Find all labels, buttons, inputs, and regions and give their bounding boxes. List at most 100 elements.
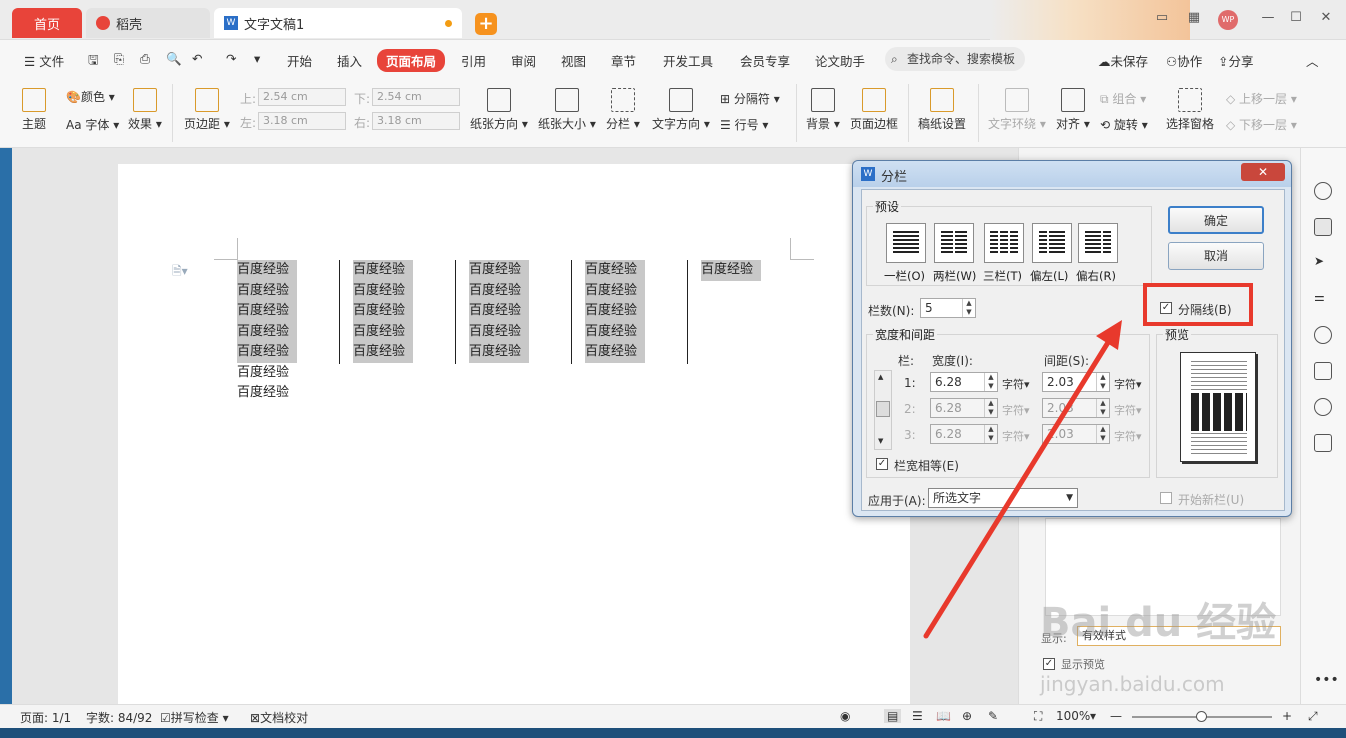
zoom-level[interactable]: 100%: [1056, 709, 1090, 723]
tab-daoke[interactable]: 稻壳: [86, 8, 210, 38]
menu-paper-assistant[interactable]: 论文助手: [815, 51, 865, 70]
menu-chapter[interactable]: 章节: [611, 51, 636, 70]
background-button[interactable]: 背景 ▾: [806, 88, 840, 132]
new-column-checkbox[interactable]: [1160, 492, 1172, 504]
paper-size-button[interactable]: 纸张大小 ▾: [538, 88, 596, 132]
effect-button[interactable]: 效果 ▾: [128, 88, 162, 132]
select-pane-button[interactable]: 选择窗格: [1166, 88, 1214, 132]
preset-left[interactable]: [1032, 223, 1072, 263]
show-preview-checkbox[interactable]: ✓: [1043, 658, 1055, 670]
text-direction-button[interactable]: 文字方向 ▾: [652, 88, 710, 132]
menu-dev-tools[interactable]: 开发工具: [663, 51, 713, 70]
collab-button[interactable]: ⚇协作: [1166, 51, 1202, 70]
new-tab-button[interactable]: +: [475, 13, 497, 35]
top-margin-input[interactable]: 2.54 cm: [258, 88, 346, 106]
page-border-button[interactable]: 页面边框: [850, 88, 898, 132]
grid-paper-button[interactable]: 稿纸设置: [918, 88, 966, 132]
menu-start[interactable]: 开始: [287, 51, 312, 70]
proofread-button[interactable]: ⊠文档校对: [250, 709, 308, 726]
cursor-icon[interactable]: ➤: [1314, 254, 1332, 272]
dialog-close-button[interactable]: ✕: [1241, 163, 1285, 181]
menu-insert[interactable]: 插入: [337, 51, 362, 70]
close-button[interactable]: ✕: [1316, 10, 1336, 28]
bottom-margin-input[interactable]: 2.54 cm: [372, 88, 460, 106]
maximize-button[interactable]: ☐: [1286, 10, 1306, 28]
orientation-button[interactable]: 纸张方向 ▾: [470, 88, 528, 132]
move-down-button[interactable]: ◇ 下移一层 ▾: [1226, 116, 1297, 133]
print-icon[interactable]: ⎙: [140, 51, 150, 67]
zoom-in-button[interactable]: +: [1282, 709, 1292, 723]
avatar[interactable]: WP: [1218, 10, 1238, 30]
page-view-icon[interactable]: ▤: [884, 709, 902, 723]
zoom-out-button[interactable]: —: [1110, 709, 1122, 723]
grid-icon[interactable]: ▦: [1184, 10, 1204, 28]
preset-right[interactable]: [1078, 223, 1118, 263]
rocket-icon[interactable]: [1314, 182, 1332, 200]
layout-icon[interactable]: ▭: [1152, 10, 1172, 28]
menu-member[interactable]: 会员专享: [740, 51, 790, 70]
minimize-button[interactable]: —: [1258, 10, 1278, 28]
search-input[interactable]: ⌕ 查找命令、搜索模板: [885, 47, 1025, 71]
tab-document[interactable]: W 文字文稿1: [214, 8, 462, 38]
preset-one-column[interactable]: [886, 223, 926, 263]
text-wrap-button[interactable]: 文字环绕 ▾: [988, 88, 1046, 132]
menu-page-layout[interactable]: 页面布局: [377, 49, 446, 72]
equal-width-checkbox[interactable]: ✓: [876, 458, 888, 470]
more-icon[interactable]: ▾: [254, 51, 260, 66]
collapse-ribbon-icon[interactable]: ︿: [1306, 51, 1319, 70]
redo-icon[interactable]: ↷: [226, 51, 236, 66]
align-button[interactable]: 对齐 ▾: [1056, 88, 1090, 132]
fit-page-icon[interactable]: ⛶: [1034, 709, 1042, 724]
web-view-icon[interactable]: ⊕: [962, 709, 972, 723]
help-icon[interactable]: [1314, 326, 1332, 344]
undo-icon[interactable]: ↶: [192, 51, 202, 66]
fullscreen-icon[interactable]: ⤢: [1308, 709, 1318, 724]
compass-icon[interactable]: [1314, 398, 1332, 416]
font-button[interactable]: Aa 字体 ▾: [66, 116, 119, 133]
zoom-slider-thumb[interactable]: [1196, 711, 1207, 722]
zoom-slider[interactable]: [1132, 711, 1272, 722]
unsaved-button[interactable]: ☁未保存: [1098, 51, 1148, 70]
ok-button[interactable]: 确定: [1168, 206, 1264, 234]
pen-view-icon[interactable]: ✎: [988, 709, 998, 723]
line-number-button[interactable]: ☰ 行号 ▾: [720, 116, 768, 133]
cancel-button[interactable]: 取消: [1168, 242, 1264, 270]
read-view-icon[interactable]: 📖: [936, 709, 951, 723]
scroll-down-icon[interactable]: ▼: [878, 437, 883, 445]
margin-button[interactable]: 页边距 ▾: [184, 88, 230, 132]
file-menu[interactable]: ☰ 文件: [24, 51, 64, 70]
pen-icon[interactable]: [1314, 218, 1332, 236]
columns-button[interactable]: 分栏 ▾: [606, 88, 640, 132]
more-dots-icon[interactable]: •••: [1314, 672, 1339, 690]
rotate-button[interactable]: ⟲ 旋转 ▾: [1100, 116, 1148, 133]
word-count[interactable]: 字数: 84/92: [86, 709, 152, 726]
share-button[interactable]: ⇪分享: [1218, 51, 1254, 70]
spell-check-button[interactable]: ☑拼写检查 ▾: [160, 709, 229, 726]
right-margin-input[interactable]: 3.18 cm: [372, 112, 460, 130]
left-margin-input[interactable]: 3.18 cm: [258, 112, 346, 130]
group-button[interactable]: ⧉ 组合 ▾: [1100, 90, 1146, 107]
settings-slider-icon[interactable]: ⚌: [1314, 290, 1332, 308]
separator-button[interactable]: ⊞ 分隔符 ▾: [720, 90, 780, 107]
theme-button[interactable]: 主题: [22, 88, 46, 132]
menu-view[interactable]: 视图: [561, 51, 586, 70]
tab-home[interactable]: 首页: [12, 8, 82, 38]
scroll-up-icon[interactable]: ▲: [878, 373, 883, 381]
scroll-thumb[interactable]: [876, 401, 890, 417]
export-pdf-icon[interactable]: ⎘: [114, 51, 124, 67]
book-icon[interactable]: [1314, 434, 1332, 452]
eye-icon[interactable]: ◉: [840, 709, 850, 723]
paragraph-menu-icon[interactable]: 🗎▾: [172, 262, 188, 283]
move-up-button[interactable]: ◇ 上移一层 ▾: [1226, 90, 1297, 107]
preset-two-columns[interactable]: [934, 223, 974, 263]
print-preview-icon[interactable]: 🔍: [166, 51, 182, 67]
translate-icon[interactable]: [1314, 362, 1332, 380]
rows-scrollbar[interactable]: ▲ ▼: [874, 370, 892, 450]
menu-reference[interactable]: 引用: [461, 51, 486, 70]
preset-three-columns[interactable]: [984, 223, 1024, 263]
outline-view-icon[interactable]: ☰: [912, 709, 923, 723]
zoom-dropdown-icon[interactable]: ▾: [1090, 709, 1096, 723]
menu-review[interactable]: 审阅: [511, 51, 536, 70]
color-button[interactable]: 🎨颜色 ▾: [66, 88, 115, 105]
save-icon[interactable]: 🖫: [88, 51, 99, 72]
